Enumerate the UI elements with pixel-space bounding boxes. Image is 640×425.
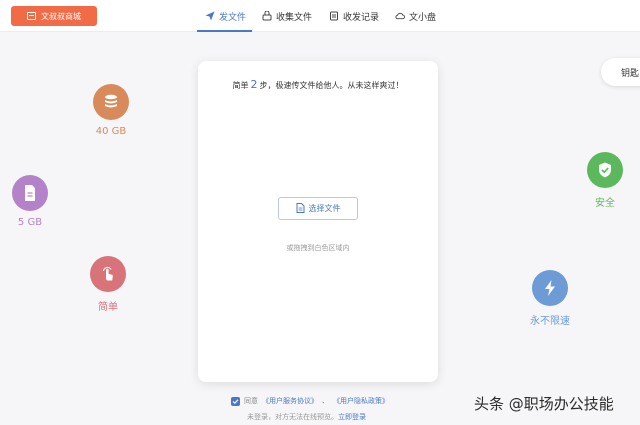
tab-collect-files[interactable]: 收集文件 — [262, 0, 312, 32]
tab-send-file[interactable]: 发文件 — [196, 0, 253, 32]
feature-no-speed-limit-label: 永不限速 — [530, 316, 570, 327]
tap-icon — [90, 256, 126, 292]
feature-5gb: 5 GB — [0, 175, 60, 228]
card-title-number: 2 — [250, 78, 258, 91]
agree-separator: 、 — [322, 397, 329, 405]
feature-simple: 简单 — [78, 256, 138, 313]
shield-icon — [587, 152, 623, 188]
select-file-label: 选择文件 — [308, 204, 341, 213]
collect-icon — [262, 11, 272, 21]
record-icon — [329, 11, 339, 21]
feature-secure: 安全 — [575, 152, 635, 209]
send-icon — [205, 11, 215, 21]
store-icon — [27, 12, 36, 20]
feature-simple-label: 简单 — [98, 302, 118, 313]
store-button-label: 文叔叔商城 — [41, 11, 81, 21]
login-hint: 未登录，对方无法在线预览。立即登录 — [247, 412, 366, 422]
tab-send-file-label: 发文件 — [219, 12, 247, 23]
agree-checkbox[interactable] — [231, 396, 240, 406]
feature-5gb-label: 5 GB — [17, 217, 43, 228]
login-hint-text: 未登录，对方无法在线预览。 — [247, 413, 338, 421]
feature-no-speed-limit: 永不限速 — [520, 270, 580, 327]
card-title-prefix: 简单 — [232, 81, 249, 90]
store-button[interactable]: 文叔叔商城 — [11, 6, 97, 26]
file-icon — [12, 175, 48, 211]
drag-hint: 或拖拽到白色区域内 — [286, 244, 350, 252]
side-key-button[interactable]: 钥匙 — [601, 58, 640, 86]
card-title: 简单 2 步，极速传文件给他人。从未这样爽过！ — [198, 78, 438, 91]
tab-collect-files-label: 收集文件 — [276, 12, 313, 23]
tab-send-records-label: 收发记录 — [343, 12, 380, 23]
feature-40gb-label: 40 GB — [95, 126, 127, 137]
agree-prefix: 同意 — [244, 397, 258, 405]
service-agreement-link[interactable]: 《用户服务协议》 — [262, 396, 318, 406]
feature-40gb: 40 GB — [81, 84, 141, 137]
select-file-button[interactable]: 选择文件 — [278, 197, 358, 220]
tab-cloud-disk-label: 文小盘 — [409, 12, 437, 23]
card-title-suffix: 步，极速传文件给他人。从未这样爽过！ — [259, 81, 404, 90]
document-icon — [296, 202, 305, 215]
tab-send-records[interactable]: 收发记录 — [329, 0, 379, 32]
login-now-link[interactable]: 立即登录 — [338, 413, 366, 421]
privacy-policy-link[interactable]: 《用户隐私政策》 — [333, 396, 389, 406]
watermark: 头条 @职场办公技能 — [474, 395, 614, 413]
lightning-icon — [532, 270, 568, 306]
database-icon — [93, 84, 129, 120]
feature-secure-label: 安全 — [595, 198, 615, 209]
upload-drop-area[interactable]: 简单 2 步，极速传文件给他人。从未这样爽过！ 选择文件 或拖拽到白色区域内 — [198, 61, 438, 382]
side-key-label: 钥匙 — [621, 68, 640, 79]
tab-cloud-disk[interactable]: 文小盘 — [395, 0, 436, 32]
top-bar: 文叔叔商城 发文件 收集文件 收发记录 文小盘 — [0, 0, 640, 32]
agreement-row: 同意 《用户服务协议》 、 《用户隐私政策》 — [231, 396, 389, 406]
cloud-disk-icon — [395, 11, 405, 21]
